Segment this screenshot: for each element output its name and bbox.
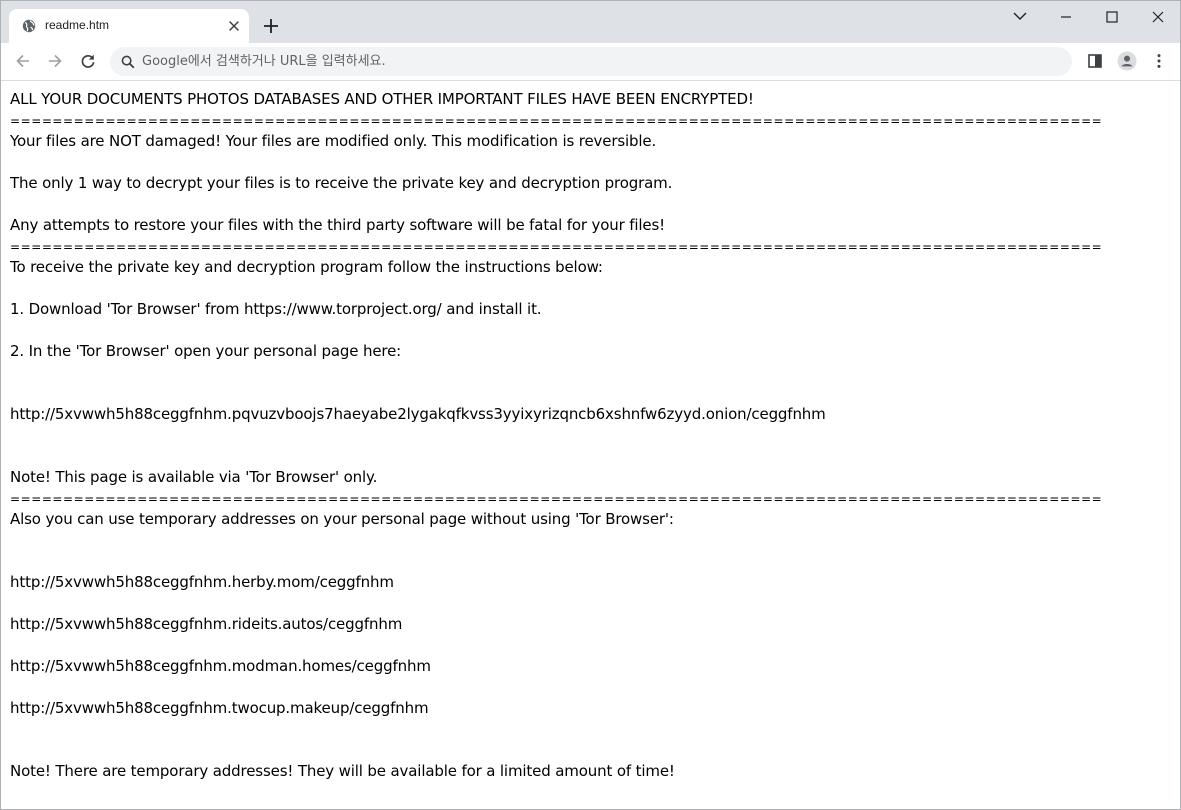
onion-url-text: http://5xvwwh5h88ceggfnhm.pqvuzvboojs7ha…: [10, 405, 826, 423]
temp-url-4: http://5xvwwh5h88ceggfnhm.twocup.makeup/…: [10, 699, 429, 717]
more-menu-icon[interactable]: [1149, 51, 1169, 71]
separator-line: ========================================…: [10, 492, 1103, 506]
close-tab-icon[interactable]: [225, 17, 243, 35]
tor-only-note: Note! This page is available via 'Tor Br…: [10, 468, 378, 486]
forward-button[interactable]: [45, 51, 65, 71]
close-window-button[interactable]: [1143, 7, 1173, 27]
reload-button[interactable]: [78, 51, 98, 71]
omnibox[interactable]: [110, 47, 1072, 76]
not-damaged-text: Your files are NOT damaged! Your files a…: [10, 132, 657, 150]
new-tab-button[interactable]: [262, 17, 280, 35]
globe-icon: [22, 19, 36, 33]
temp-url-1: http://5xvwwh5h88ceggfnhm.herby.mom/cegg…: [10, 573, 394, 591]
tab-strip: readme.htm: [1, 1, 1180, 43]
limited-time-note: Note! There are temporary addresses! The…: [10, 762, 675, 780]
tab-title: readme.htm: [45, 18, 110, 32]
attempts-warning-text: Any attempts to restore your files with …: [10, 216, 666, 234]
separator-line: ========================================…: [10, 240, 1103, 254]
address-input[interactable]: [142, 50, 1042, 72]
step-1-text: 1. Download 'Tor Browser' from https://w…: [10, 300, 542, 318]
back-button[interactable]: [13, 51, 33, 71]
browser-toolbar: [1, 43, 1180, 81]
ransom-headline: ALL YOUR DOCUMENTS PHOTOS DATABASES AND …: [10, 90, 754, 108]
search-icon: [121, 55, 135, 69]
tab-search-chevron-icon[interactable]: [1005, 7, 1035, 27]
temp-addresses-text: Also you can use temporary addresses on …: [10, 510, 674, 528]
only-way-text: The only 1 way to decrypt your files is …: [10, 174, 673, 192]
temp-url-2: http://5xvwwh5h88ceggfnhm.rideits.autos/…: [10, 615, 403, 633]
profile-avatar-icon[interactable]: [1117, 51, 1137, 71]
instructions-text: To receive the private key and decryptio…: [10, 258, 603, 276]
tab-readme[interactable]: readme.htm: [9, 9, 249, 43]
step-2-text: 2. In the 'Tor Browser' open your person…: [10, 342, 402, 360]
temp-url-3: http://5xvwwh5h88ceggfnhm.modman.homes/c…: [10, 657, 431, 675]
browser-window: readme.htm Google에서 검색하거나 URL을 입력하세요. AL…: [0, 0, 1181, 810]
minimize-button[interactable]: [1051, 7, 1081, 27]
side-panel-icon[interactable]: [1085, 51, 1105, 71]
separator-line: ========================================…: [10, 114, 1103, 128]
maximize-button[interactable]: [1097, 7, 1127, 27]
